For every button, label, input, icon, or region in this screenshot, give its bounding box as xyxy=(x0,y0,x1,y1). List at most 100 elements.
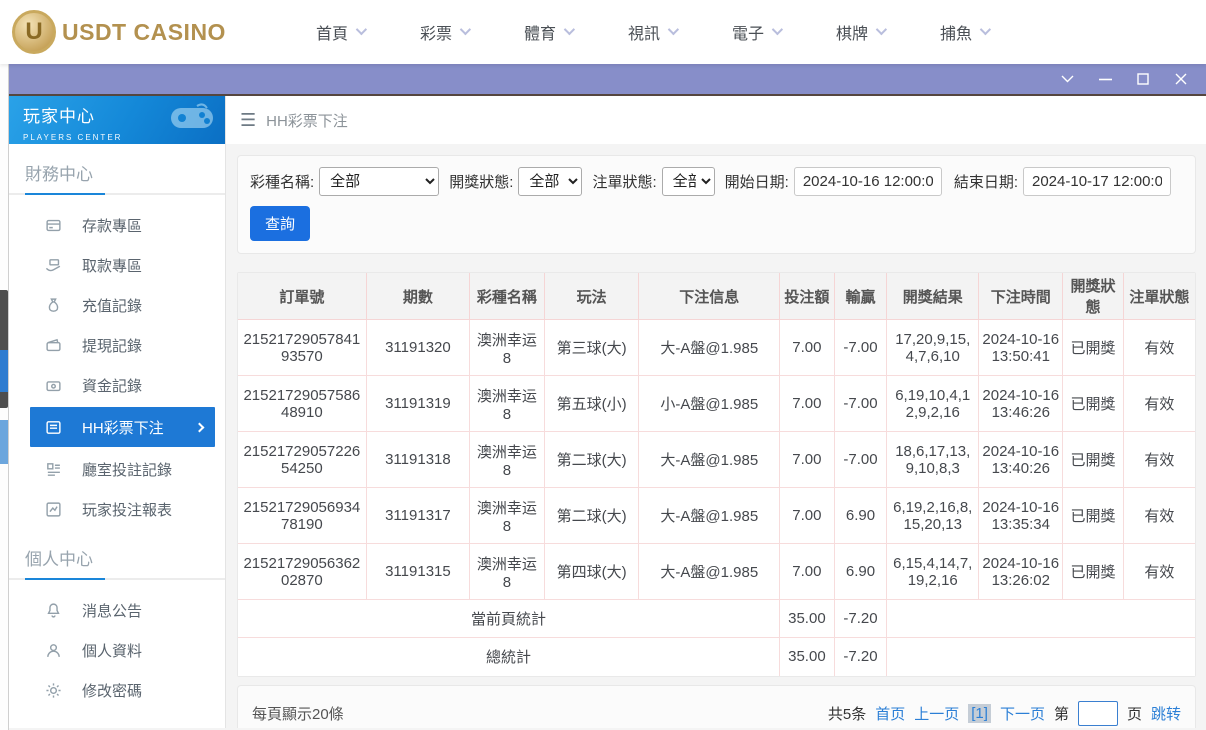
cell-draw-result: 6,19,10,4,12,9,2,16 xyxy=(886,375,980,432)
sidebar-item-recharge-records[interactable]: 充值記錄 xyxy=(9,285,225,325)
page-size-text: 每頁顯示20條 xyxy=(252,705,344,723)
nav-menu-item[interactable]: 捕魚 xyxy=(912,20,1016,44)
nav-menu-item[interactable]: 視訊 xyxy=(600,20,704,44)
cell-bet-amount: 7.00 xyxy=(779,431,835,488)
window-minimize-icon[interactable] xyxy=(1090,69,1120,89)
cell-order-status: 有效 xyxy=(1122,375,1195,432)
cell-period: 31191315 xyxy=(365,543,471,600)
cell-winloss: 6.90 xyxy=(833,487,888,544)
cell-bet-info: 大-A盤@1.985 xyxy=(638,487,781,544)
section-personal-label: 個人中心 xyxy=(25,550,93,569)
chevron-down-icon xyxy=(771,23,784,35)
brand-logo[interactable]: U USDT CASINO xyxy=(12,10,226,54)
cell-period: 31191318 xyxy=(365,431,471,488)
cell-draw-status: 已開獎 xyxy=(1062,431,1124,488)
sidebar-item-hh-lottery-bets[interactable]: HH彩票下注 xyxy=(30,407,215,447)
bets-table-panel: 訂單號 期數 彩種名稱 玩法 下注信息 投注額 輸贏 開獎結果 下注時間 開獎狀… xyxy=(237,272,1196,677)
screen: U USDT CASINO 首頁 彩票 體育 視訊 電子 棋牌 捕魚 玩家中心 … xyxy=(0,0,1206,730)
report-chart-icon xyxy=(45,501,62,518)
cell-order-status: 有效 xyxy=(1122,431,1195,488)
players-center-banner: 玩家中心 PLAYERS CENTER xyxy=(9,96,225,144)
cell-lottery-name: 澳洲幸运8 xyxy=(469,543,545,600)
gamepad-icon xyxy=(169,102,215,132)
cell-draw-result: 17,20,9,15,4,7,6,10 xyxy=(886,319,980,376)
window-collapse-icon[interactable] xyxy=(1052,69,1082,89)
nav-menu-item[interactable]: 首頁 xyxy=(288,20,392,44)
first-page-link[interactable]: 首页 xyxy=(875,703,905,724)
jump-link[interactable]: 跳转 xyxy=(1151,703,1181,724)
prev-page-link[interactable]: 上一页 xyxy=(914,703,959,724)
sidebar-item-withdraw[interactable]: 取款專區 xyxy=(9,245,225,285)
chevron-down-icon xyxy=(875,23,888,35)
nav-menu-item[interactable]: 彩票 xyxy=(392,20,496,44)
query-button[interactable]: 查詢 xyxy=(250,206,311,241)
next-page-link[interactable]: 下一页 xyxy=(1000,703,1045,724)
cell-bet-time: 2024-10-16 13:50:41 xyxy=(978,319,1064,376)
cell-order-status: 有效 xyxy=(1122,543,1195,600)
section-agent-label: 代理中心 xyxy=(9,720,225,728)
sidebar-item-player-bet-report[interactable]: 玩家投注報表 xyxy=(9,489,225,529)
sidebar-item-announcements[interactable]: 消息公告 xyxy=(9,590,225,630)
draw-status-select[interactable]: 全部 xyxy=(518,167,583,196)
sidebar-item-fund-records[interactable]: 資金記錄 xyxy=(9,365,225,405)
start-date-input[interactable] xyxy=(793,167,942,196)
col-order-status: 注單狀態 xyxy=(1122,273,1195,320)
grand-summary-label: 總統計 xyxy=(238,637,781,676)
order-status-label: 注單狀態: xyxy=(592,174,657,191)
table-row: 2152172905758648910 31191319 澳洲幸运8 第五球(小… xyxy=(238,375,1195,432)
cell-period: 31191317 xyxy=(365,487,471,544)
window-close-icon[interactable] xyxy=(1166,69,1196,89)
nav-menu-item[interactable]: 體育 xyxy=(496,20,600,44)
cell-order-no: 2152172905636202870 xyxy=(238,543,367,600)
order-status-select[interactable]: 全部 xyxy=(661,167,715,196)
page-jump-input[interactable] xyxy=(1077,700,1118,726)
col-bet-amount: 投注額 xyxy=(779,273,835,320)
sidebar-item-room-bet-records[interactable]: 廳室投註記錄 xyxy=(9,449,225,489)
grand-summary-bet-total: 35.00 xyxy=(779,637,835,676)
table-row: 2152172905722654250 31191318 澳洲幸运8 第二球(大… xyxy=(238,431,1195,488)
gear-icon xyxy=(45,682,62,699)
lottery-name-label: 彩種名稱: xyxy=(250,174,315,191)
cell-bet-time: 2024-10-16 13:46:26 xyxy=(978,375,1064,432)
bet-list-icon xyxy=(45,419,62,436)
cell-period: 31191320 xyxy=(365,319,471,376)
sidebar-item-change-password[interactable]: 修改密碼 xyxy=(9,670,225,710)
pagination-bar: 每頁顯示20條 共5条 首页 上一页 [1] 下一页 第 页 跳转 xyxy=(237,684,1196,728)
window-maximize-icon[interactable] xyxy=(1128,69,1158,89)
cell-bet-time: 2024-10-16 13:26:02 xyxy=(978,543,1064,600)
cell-draw-result: 6,19,2,16,8,15,20,13 xyxy=(886,487,980,544)
start-date-label: 開始日期: xyxy=(724,174,789,191)
nav-menu-item[interactable]: 電子 xyxy=(704,20,808,44)
section-finance-label: 財務中心 xyxy=(25,165,93,184)
col-order-no: 訂單號 xyxy=(238,273,367,320)
cell-order-status: 有效 xyxy=(1122,487,1195,544)
main-content: ☰ HH彩票下注 彩種名稱: 全部 開獎狀態: 全部 注單狀態: 全部 開始日期… xyxy=(226,96,1206,728)
page-suffix: 页 xyxy=(1126,705,1142,723)
section-divider xyxy=(9,578,225,580)
player-center-window: 玩家中心 PLAYERS CENTER 財務中心 存款專區 取款專區 充值記錄 … xyxy=(8,64,1206,730)
end-date-input[interactable] xyxy=(1023,167,1171,196)
sidebar-item-profile[interactable]: 個人資料 xyxy=(9,630,225,670)
funds-icon xyxy=(45,377,62,394)
window-titlebar[interactable] xyxy=(9,64,1206,96)
cell-winloss: 6.90 xyxy=(833,543,888,600)
page-summary-bet-total: 35.00 xyxy=(779,599,835,638)
cell-lottery-name: 澳洲幸运8 xyxy=(469,319,545,376)
nav-menu-item[interactable]: 棋牌 xyxy=(808,20,912,44)
col-draw-status: 開獎狀態 xyxy=(1062,273,1124,320)
sidebar-item-deposit[interactable]: 存款專區 xyxy=(9,205,225,245)
cell-bet-amount: 7.00 xyxy=(779,375,835,432)
cell-draw-result: 18,6,17,13,9,10,8,3 xyxy=(886,431,980,488)
cell-bet-info: 大-A盤@1.985 xyxy=(638,543,781,600)
cell-bet-amount: 7.00 xyxy=(779,487,835,544)
grand-summary-winloss-total: -7.20 xyxy=(833,637,888,676)
hamburger-menu-icon[interactable]: ☰ xyxy=(240,110,256,131)
sidebar-item-withdrawal-records[interactable]: 提現記錄 xyxy=(9,325,225,365)
chevron-down-icon xyxy=(667,23,680,35)
page-summary-row: 當前頁統計 35.00 -7.20 xyxy=(238,599,1195,638)
lottery-name-select[interactable]: 全部 xyxy=(319,167,440,196)
section-personal: 個人中心 xyxy=(9,539,225,580)
site-top-nav: U USDT CASINO 首頁 彩票 體育 視訊 電子 棋牌 捕魚 xyxy=(0,0,1206,64)
chevron-right-icon xyxy=(194,422,205,432)
cell-winloss: -7.00 xyxy=(833,375,888,432)
